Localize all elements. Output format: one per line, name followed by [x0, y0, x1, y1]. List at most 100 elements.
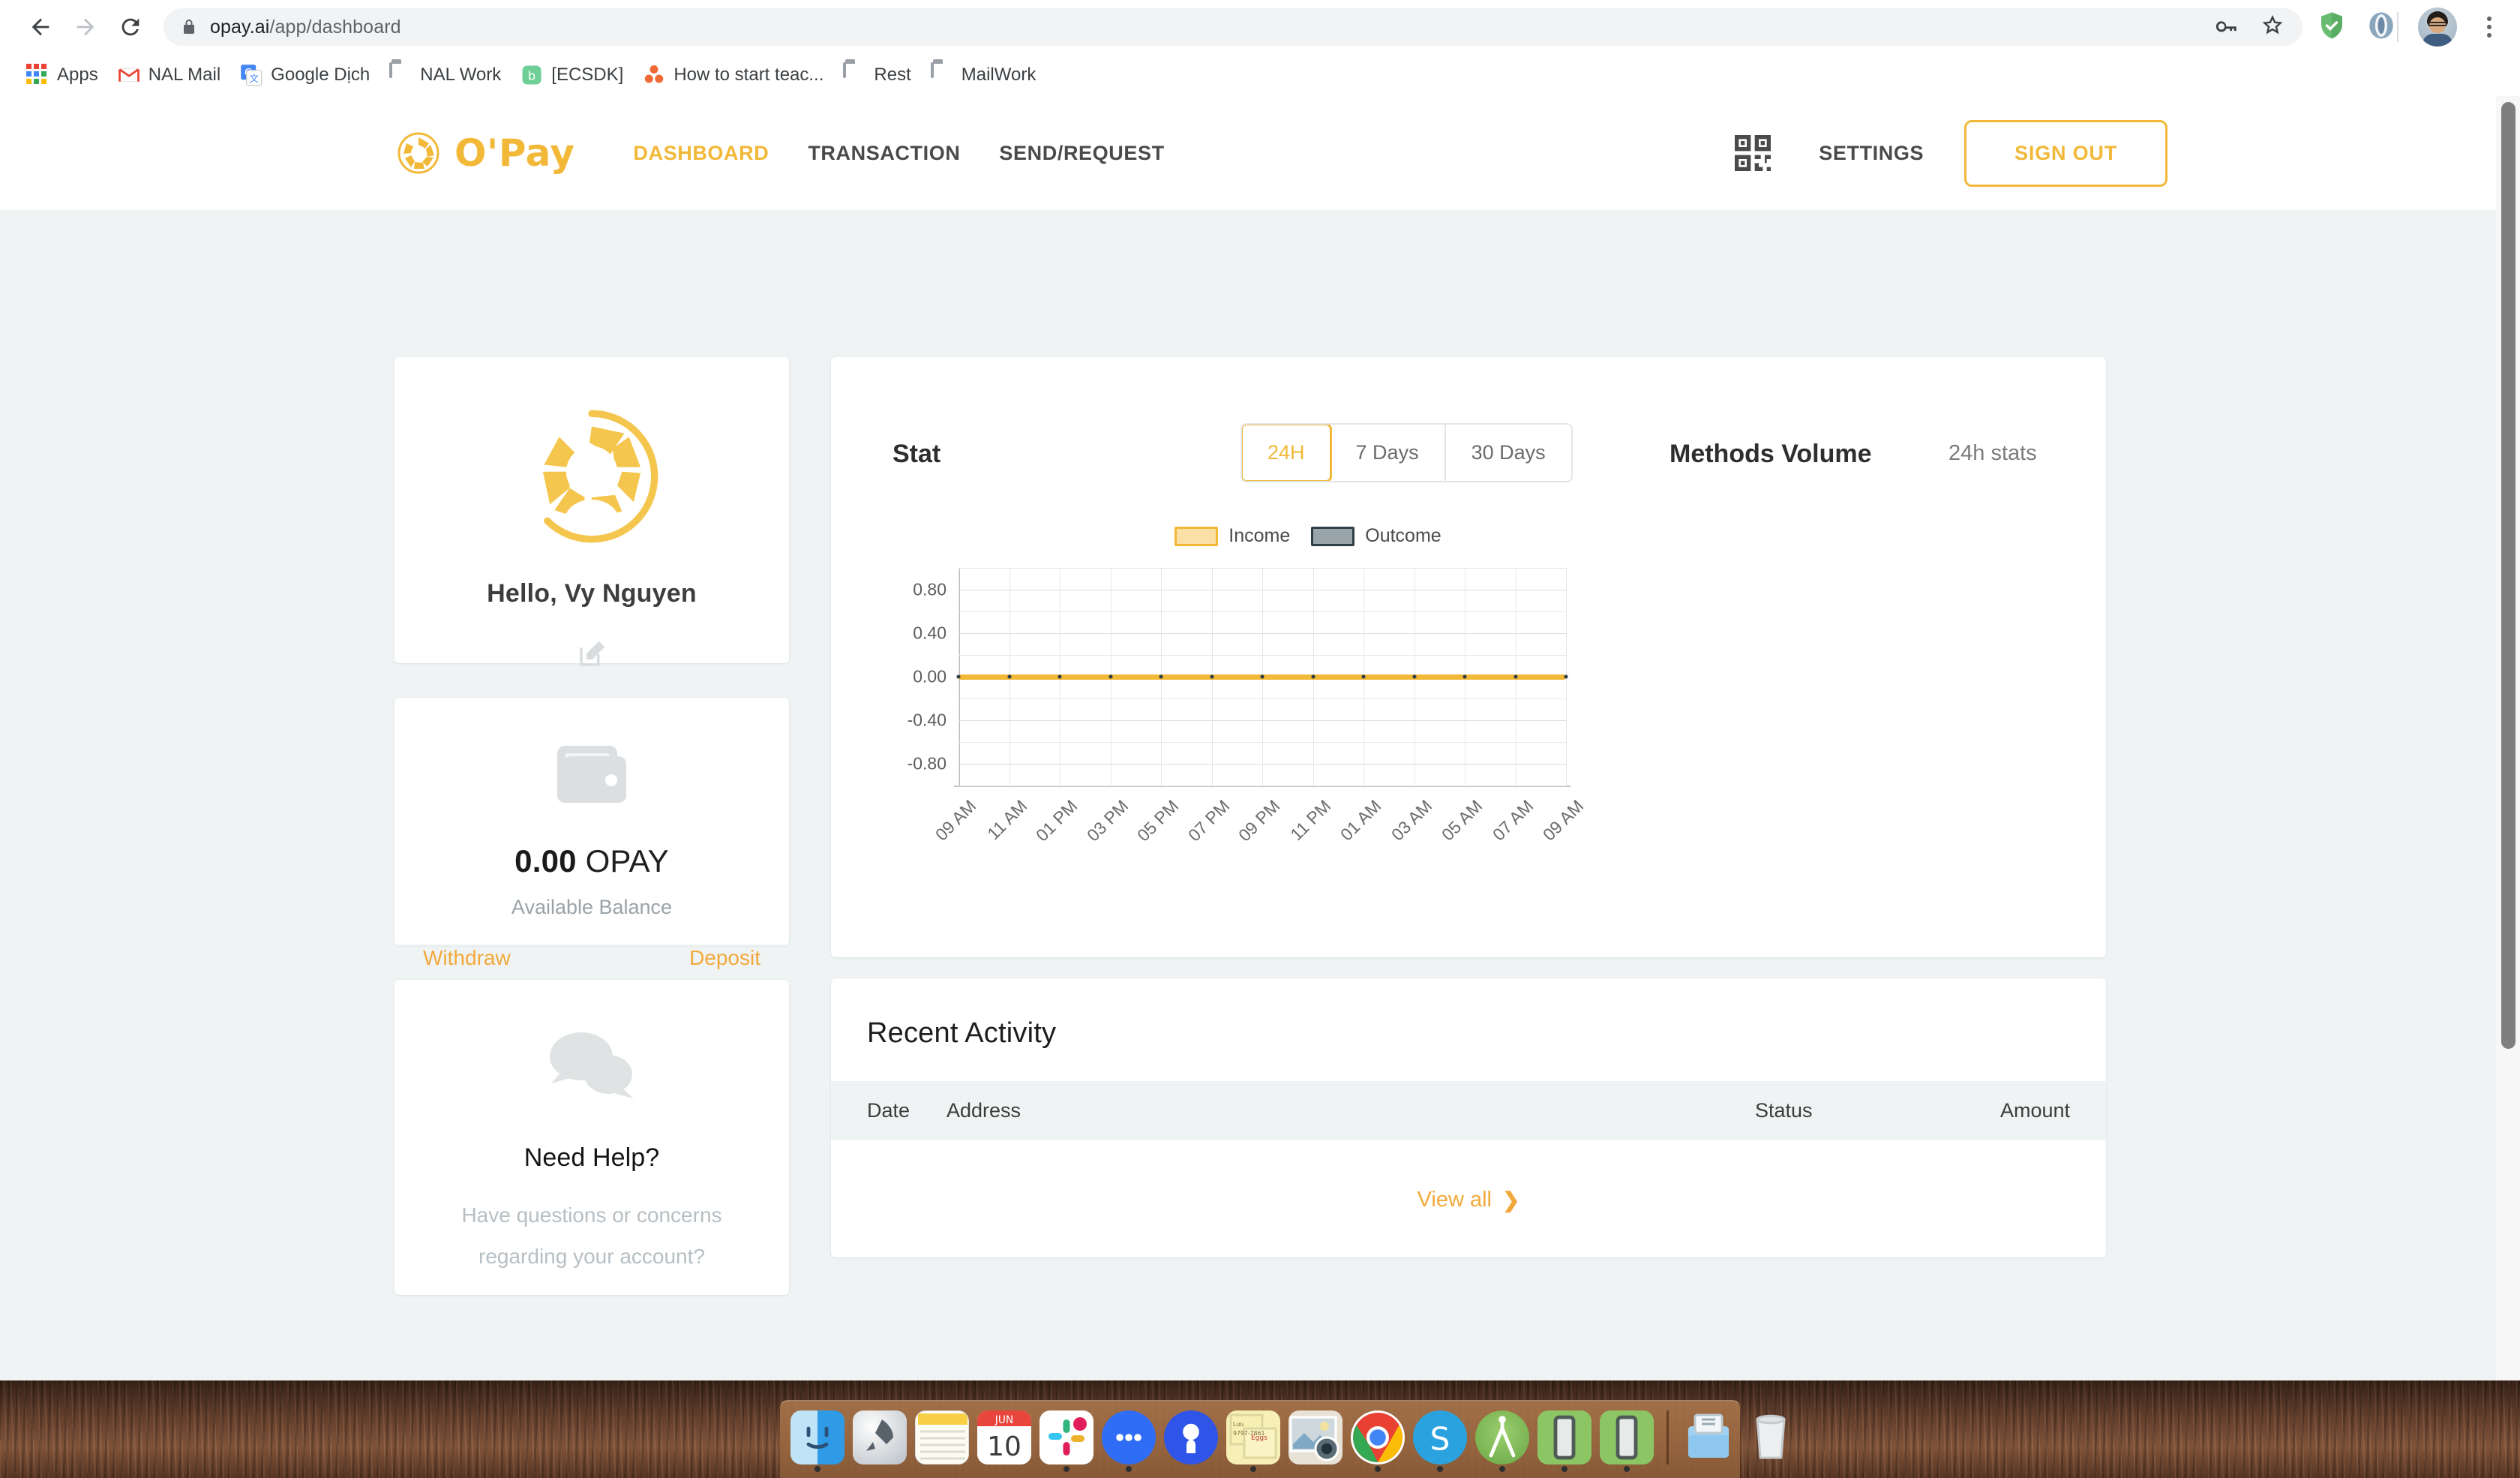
main-column: Stat 24H 7 Days 30 Days Methods Volume 2… — [831, 357, 2106, 1257]
bookmark-rest[interactable]: Rest — [833, 59, 920, 92]
page-scrollbar[interactable] — [2496, 96, 2520, 1380]
chart-point — [1160, 675, 1163, 679]
range-7days[interactable]: 7 Days — [1330, 425, 1446, 481]
dock-item-simulator-1[interactable] — [1536, 1410, 1593, 1473]
plot-area — [958, 568, 1566, 786]
opay-aperture-icon — [396, 131, 441, 176]
scrollbar-thumb[interactable] — [2501, 102, 2516, 1049]
chart-point — [1412, 675, 1416, 679]
header-actions: SETTINGS SIGN OUT — [1729, 120, 2168, 187]
url-domain: opay.ai — [210, 17, 269, 38]
forward-arrow-icon[interactable] — [63, 5, 108, 50]
bookmark-apps[interactable]: Apps — [16, 59, 108, 92]
legend-income[interactable]: Income — [1174, 525, 1290, 547]
sign-out-button[interactable]: SIGN OUT — [1964, 120, 2168, 187]
help-text-line1: Have questions or concerns — [394, 1200, 789, 1232]
reload-icon[interactable] — [108, 5, 153, 50]
chart-point — [957, 675, 961, 679]
simulator-icon — [1600, 1410, 1654, 1464]
running-dot — [1437, 1466, 1443, 1472]
column-date: Date — [867, 1099, 933, 1122]
bookmark-ecsdk[interactable]: b [ECSDK] — [511, 59, 633, 92]
bookmark-label: Apps — [57, 65, 98, 86]
stat-chart: Income Outcome 0.800.400.00-0.40-0.8 — [892, 525, 1658, 870]
opay-aperture-avatar — [522, 407, 662, 546]
balance-actions: Withdraw Deposit — [394, 946, 789, 970]
x-tick-label: 09 AM — [932, 796, 980, 845]
bookmark-google-dich[interactable]: G文 Google Dịch — [230, 59, 380, 92]
legend-swatch-income — [1174, 527, 1218, 546]
extension-icons — [2316, 10, 2397, 45]
withdraw-link[interactable]: Withdraw — [423, 946, 511, 970]
bookmark-mailwork[interactable]: MailWork — [921, 59, 1046, 92]
adblock-shield-icon[interactable] — [2316, 10, 2348, 45]
nav-transaction[interactable]: TRANSACTION — [788, 142, 980, 165]
finder-icon — [790, 1410, 844, 1464]
key-icon[interactable] — [2214, 13, 2240, 42]
dock-item-trash[interactable] — [1742, 1410, 1799, 1473]
lock-icon — [180, 18, 201, 36]
photos-icon — [1288, 1410, 1342, 1464]
edit-pencil-icon[interactable] — [576, 638, 608, 670]
back-arrow-icon[interactable] — [18, 5, 63, 50]
dock-item-launchpad[interactable] — [851, 1410, 908, 1473]
settings-link[interactable]: SETTINGS — [1819, 142, 1924, 165]
url-path: /app/dashboard — [269, 17, 400, 38]
stickies-icon: EggsLưu9797-7861 — [1226, 1410, 1280, 1464]
chrome-icon — [1351, 1410, 1405, 1464]
chart-point — [1261, 675, 1264, 679]
view-all-row[interactable]: View all ❯ — [831, 1140, 2106, 1260]
nav-dashboard[interactable]: DASHBOARD — [614, 142, 788, 165]
dock-item-opay-app[interactable] — [1162, 1410, 1220, 1473]
bookmark-label: NAL Work — [420, 65, 501, 86]
stat-header: Stat 24H 7 Days 30 Days Methods Volume 2… — [831, 423, 2106, 491]
dock-item-calendar[interactable]: JUN10 — [976, 1410, 1033, 1473]
running-dot — [1250, 1466, 1256, 1472]
chart-point — [1463, 675, 1467, 679]
kebab-menu-icon[interactable] — [2476, 17, 2502, 38]
dock-item-notes[interactable] — [914, 1410, 970, 1473]
notes-icon — [915, 1410, 969, 1464]
chart-point — [1362, 675, 1366, 679]
deposit-link[interactable]: Deposit — [689, 946, 760, 970]
dock-item-photos[interactable] — [1287, 1410, 1344, 1473]
dock-item-android-studio[interactable] — [1474, 1410, 1531, 1473]
view-all-link[interactable]: View all — [1418, 1188, 1492, 1212]
nav-send-request[interactable]: SEND/REQUEST — [980, 142, 1184, 165]
simulator-icon — [1538, 1410, 1592, 1464]
profile-card: Hello, Vy Nguyen — [394, 357, 789, 663]
opera-extension-icon[interactable] — [2366, 10, 2397, 45]
dock-item-downloads[interactable] — [1680, 1410, 1737, 1473]
legend-label-income: Income — [1228, 525, 1290, 547]
dock-item-skype[interactable]: S — [1412, 1410, 1468, 1473]
downloads-folder-icon — [1682, 1410, 1736, 1464]
brand-logo[interactable]: O'Pay — [396, 131, 574, 176]
profile-avatar[interactable] — [2418, 8, 2457, 47]
dock-item-finder[interactable] — [789, 1410, 846, 1473]
dock-item-stickies[interactable]: EggsLưu9797-7861 — [1225, 1410, 1282, 1473]
methods-volume-subtitle: 24h stats — [1948, 441, 2037, 466]
x-tick-label: 09 PM — [1234, 796, 1284, 846]
dock-item-chrome[interactable] — [1349, 1410, 1406, 1473]
bookmark-how-to-start-teaching[interactable]: How to start teac... — [633, 59, 833, 92]
legend-outcome[interactable]: Outcome — [1311, 525, 1441, 547]
dock-item-slack[interactable] — [1038, 1410, 1095, 1473]
chart-plot: 0.800.400.00-0.40-0.80 09 AM11 AM01 PM03… — [892, 562, 1658, 810]
balance-currency: OPAY — [586, 843, 669, 879]
range-30days[interactable]: 30 Days — [1446, 425, 1571, 481]
svg-text:Lưu: Lưu — [1233, 1421, 1244, 1428]
bookmark-nal-mail[interactable]: NAL Mail — [108, 59, 230, 92]
x-tick-label: 05 AM — [1438, 796, 1486, 845]
dock-item-messages[interactable] — [1100, 1410, 1157, 1473]
y-tick-label: -0.80 — [856, 754, 946, 774]
sidebar: Hello, Vy Nguyen — [394, 357, 789, 1295]
star-icon[interactable] — [2259, 12, 2286, 43]
dock-item-simulator-2[interactable] — [1598, 1410, 1655, 1473]
qr-code-icon[interactable] — [1729, 129, 1777, 177]
range-24h[interactable]: 24H — [1240, 423, 1332, 482]
main-nav: DASHBOARD TRANSACTION SEND/REQUEST — [614, 142, 1184, 165]
column-amount: Amount — [1920, 1099, 2070, 1122]
bookmark-nal-work[interactable]: NAL Work — [380, 59, 511, 92]
address-bar[interactable]: opay.ai/app/dashboard — [164, 8, 2302, 46]
svg-text:S: S — [1430, 1421, 1450, 1458]
